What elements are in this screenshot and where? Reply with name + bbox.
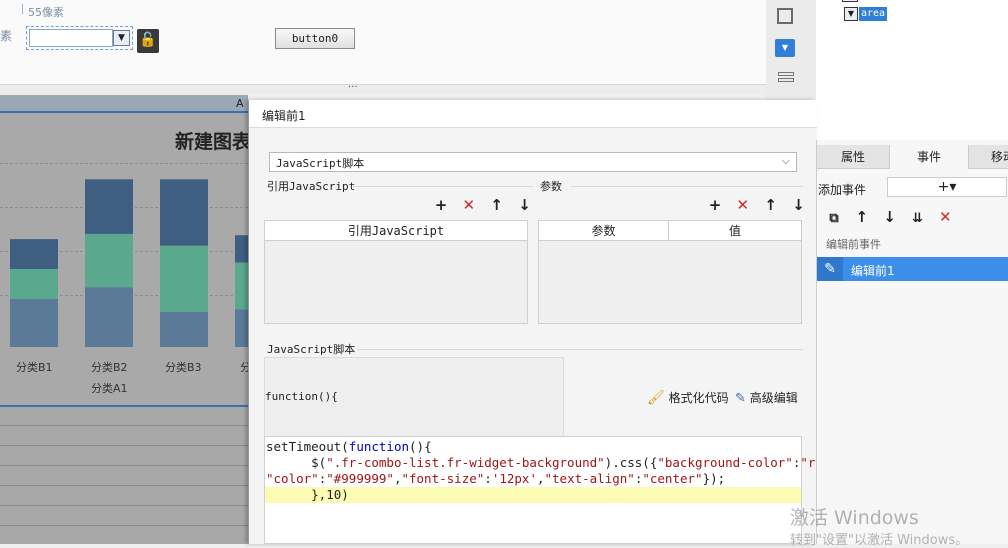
tab-move[interactable]: 移动 [991, 145, 1008, 169]
combo-widget-selection[interactable]: ▼ [26, 26, 133, 50]
ref-js-table: 引用JavaScript [264, 220, 528, 324]
bar-segment [10, 298, 58, 347]
dialog-title: 编辑前1 [262, 109, 306, 123]
ref-js-section-label: 引用JavaScript [267, 180, 356, 193]
panel-tabs: 属性 事件 移动 [817, 145, 1008, 169]
x-tick-label: 分类B1 [16, 361, 53, 374]
add-event-label: 添加事件 [818, 183, 867, 197]
x-tick-label: 分类B2 [91, 361, 128, 374]
px-size-label: 55像素 [28, 6, 64, 19]
widget-tree: ▼ area [816, 0, 1008, 140]
param-column-header[interactable]: 参数 [539, 221, 669, 241]
design-canvas: 55像素 素 ▼ 🔓 button0 [0, 0, 766, 84]
row-line [0, 425, 248, 426]
bar-segment [235, 262, 248, 310]
sort-icon[interactable]: ⇊ [908, 210, 926, 228]
value-column-header[interactable]: 值 [669, 221, 801, 241]
move-down-icon[interactable]: ↓ [881, 208, 899, 226]
row-line [0, 445, 248, 446]
pencil-icon: ✎ [817, 257, 843, 281]
ref-js-column-header[interactable]: 引用JavaScript [265, 221, 527, 241]
param-toolbar: + ✕ ↑ ↓ [706, 196, 807, 214]
bar-segment [85, 179, 133, 234]
side-label: 素 [0, 29, 13, 43]
lock-icon[interactable]: 🔓 [137, 29, 159, 53]
ruler-mark [22, 4, 23, 14]
code-line: "color":"#999999","font-size":'12px',"te… [266, 471, 726, 486]
selection-border [0, 405, 248, 407]
button0-widget[interactable]: button0 [275, 28, 355, 49]
widget-toolstrip: ▼ [766, 0, 816, 100]
move-down-icon[interactable]: ↓ [789, 196, 807, 214]
bar-segment [85, 233, 133, 288]
function-header: function(){ [265, 390, 338, 403]
brush-icon: 🖌 [647, 390, 665, 406]
bar-segment [85, 287, 133, 347]
bar-segment [10, 269, 58, 299]
bar-segment [10, 239, 58, 269]
canvas-divider[interactable]: ··· [0, 82, 766, 95]
activation-watermark-title: 激活 Windows [790, 507, 919, 529]
row-line [0, 485, 248, 486]
report-sheet: A 新建图表 分类B1 分类B2 分类B3 分 分类A1 [0, 95, 251, 544]
code-editor[interactable]: setTimeout(function(){ $(".fr-combo-list… [264, 436, 846, 544]
event-edit-dialog: 编辑前1 JavaScript脚本 ⌵ 引用JavaScript + ✕ ↑ ↓… [248, 100, 846, 544]
row-line [0, 525, 248, 526]
combo-node-icon: ▼ [844, 7, 858, 21]
combo-dropdown-icon[interactable]: ▼ [113, 30, 130, 46]
tab-events[interactable]: 事件 [889, 145, 969, 169]
x-group-label: 分类A1 [91, 382, 128, 395]
column-header: A [0, 95, 248, 113]
dialog-titlebar: 编辑前1 [249, 100, 817, 128]
chevron-down-icon: ⌵ [781, 154, 790, 167]
move-up-icon[interactable]: ↑ [488, 196, 506, 214]
event-toolbar: ⧉ ↑ ↓ ⇊ ✕ [825, 208, 954, 228]
code-line: },10) [266, 487, 349, 502]
code-line: $(".fr-combo-list.fr-widget-background")… [266, 455, 845, 470]
event-group-label: 编辑前事件 [826, 238, 881, 251]
x-tick-label: 分类B3 [165, 361, 202, 374]
tab-properties[interactable]: 属性 [817, 145, 889, 169]
add-icon[interactable]: + [706, 196, 724, 214]
row-line [0, 505, 248, 506]
frame-icon[interactable] [777, 8, 793, 24]
row-line [0, 465, 248, 466]
param-section-label: 参数 [540, 180, 562, 193]
delete-icon[interactable]: ✕ [460, 196, 478, 214]
format-code-button[interactable]: 🖌 格式化代码 [647, 389, 729, 406]
edit-icon: ✎ [735, 391, 746, 406]
bar-segment [160, 179, 208, 246]
param-table: 参数 值 [538, 220, 802, 324]
bar-segment [235, 235, 248, 263]
list-tool-icon[interactable] [778, 72, 794, 86]
add-event-dropdown[interactable]: +▾ [887, 177, 1007, 197]
tree-item-area[interactable]: area [859, 7, 888, 21]
script-section-label: JavaScript脚本 [267, 343, 356, 356]
bar-segment [160, 311, 208, 347]
move-up-icon[interactable]: ↑ [853, 208, 871, 226]
chart-area[interactable]: 新建图表 分类B1 分类B2 分类B3 分 分类A1 [0, 115, 251, 405]
move-down-icon[interactable]: ↓ [515, 196, 533, 214]
code-line: setTimeout(function(){ [266, 439, 432, 454]
script-type-select[interactable]: JavaScript脚本 ⌵ [269, 152, 797, 172]
move-up-icon[interactable]: ↑ [762, 196, 780, 214]
copy-icon[interactable]: ⧉ [825, 210, 843, 228]
delete-icon[interactable]: ✕ [734, 196, 752, 214]
bar-segment [160, 245, 208, 312]
advanced-edit-button[interactable]: ✎ 高级编辑 [735, 389, 798, 406]
divider [357, 349, 803, 350]
divider [353, 186, 533, 187]
bar-segment [235, 309, 248, 347]
delete-icon[interactable]: ✕ [936, 208, 954, 226]
divider [571, 186, 803, 187]
combo-input[interactable] [29, 29, 113, 47]
property-panel: 属性 事件 移动 添加事件 +▾ ⧉ ↑ ↓ ⇊ ✕ 编辑前事件 ✎ 编辑前1 [816, 140, 1008, 544]
activation-watermark-text: 转到"设置"以激活 Windows。 [790, 533, 969, 548]
event-item[interactable]: ✎ 编辑前1 [817, 257, 1008, 281]
add-icon[interactable]: + [432, 196, 450, 214]
combo-tool-icon[interactable]: ▼ [775, 39, 795, 57]
ref-js-toolbar: + ✕ ↑ ↓ [432, 196, 533, 214]
tree-node-icon [842, 0, 858, 2]
function-header-box: function(){ [264, 357, 564, 437]
